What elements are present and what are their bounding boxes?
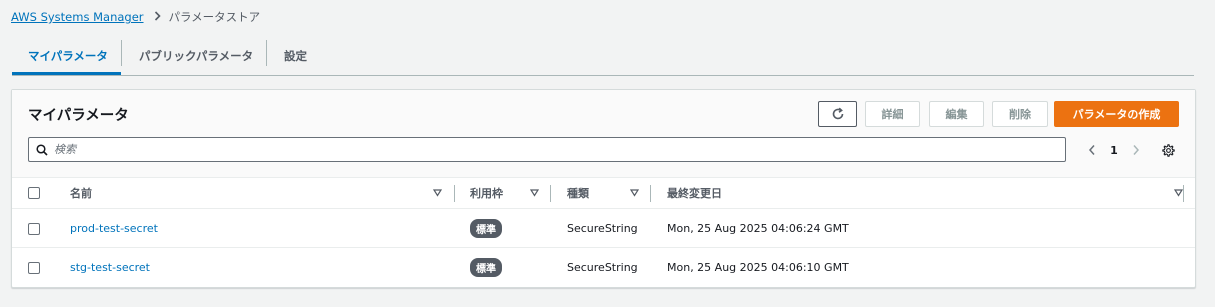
column-header-name[interactable]: 名前 (70, 178, 92, 208)
previous-page-button[interactable] (1082, 138, 1102, 162)
search-input[interactable] (54, 143, 1034, 156)
select-all-checkbox[interactable] (28, 187, 40, 199)
column-resizer[interactable] (454, 185, 455, 202)
search-icon (36, 143, 48, 156)
tab-label: マイパラメータ (28, 49, 108, 63)
gear-icon (1161, 143, 1175, 157)
type-cell: SecureString (567, 260, 638, 274)
last-modified-cell: Mon, 25 Aug 2025 04:06:10 GMT (667, 260, 849, 274)
create-parameter-button-label: パラメータの作成 (1072, 108, 1161, 121)
last-modified-cell: Mon, 25 Aug 2025 04:06:24 GMT (667, 221, 849, 235)
column-resizer[interactable] (1183, 185, 1184, 202)
tab-my-parameters[interactable]: マイパラメータ (12, 38, 121, 75)
chevron-left-icon (1088, 145, 1095, 155)
page-number-label: 1 (1110, 143, 1118, 157)
refresh-button[interactable] (818, 101, 857, 127)
chevron-right-icon (1133, 145, 1140, 155)
refresh-icon (832, 107, 843, 120)
tab-public-parameters[interactable]: パブリックパラメータ (122, 38, 266, 74)
column-header-label: 名前 (70, 187, 92, 200)
tier-cell: 標準 (470, 248, 502, 286)
type-cell: SecureString (567, 221, 638, 235)
tab-bar: マイパラメータ パブリックパラメータ 設定 (12, 38, 1194, 76)
breadcrumb: AWS Systems Manager パラメータストア (11, 9, 260, 25)
search-field[interactable] (28, 137, 1066, 162)
tab-label: パブリックパラメータ (139, 49, 254, 63)
column-header-last-modified[interactable]: 最終変更日 (667, 178, 722, 208)
table-row[interactable]: stg-test-secret 標準 SecureString Mon, 25 … (12, 248, 1195, 286)
details-button[interactable]: 詳細 (865, 101, 920, 127)
breadcrumb-link-systems-manager[interactable]: AWS Systems Manager (11, 10, 144, 24)
panel-header: マイパラメータ 詳細 編集 削除 パラメータの作成 検索 1 (12, 90, 1195, 178)
tier-badge: 標準 (470, 218, 502, 238)
column-header-tier[interactable]: 利用枠 (470, 178, 503, 208)
column-resizer[interactable] (650, 185, 651, 202)
column-header-label: 種類 (567, 187, 589, 200)
column-header-label: 最終変更日 (667, 187, 722, 200)
edit-button-label: 編集 (945, 108, 968, 121)
delete-button[interactable]: 削除 (992, 101, 1048, 127)
sort-caret-icon[interactable] (630, 188, 639, 197)
create-parameter-button[interactable]: パラメータの作成 (1054, 101, 1179, 127)
breadcrumb-current: パラメータストア (168, 10, 261, 24)
parameter-name-link[interactable]: prod-test-secret (70, 209, 158, 247)
parameters-panel: マイパラメータ 詳細 編集 削除 パラメータの作成 検索 1 名前 利用枠 種類… (11, 89, 1196, 288)
preferences-button[interactable] (1157, 138, 1179, 162)
tab-label: 設定 (284, 49, 307, 63)
edit-button[interactable]: 編集 (929, 101, 984, 127)
table-row[interactable]: prod-test-secret 標準 SecureString Mon, 25… (12, 209, 1195, 248)
details-button-label: 詳細 (881, 108, 904, 121)
table-header: 名前 利用枠 種類 最終変更日 (12, 178, 1195, 209)
column-header-label: 利用枠 (470, 187, 503, 200)
parameter-name-link[interactable]: stg-test-secret (70, 248, 150, 286)
column-resizer[interactable] (550, 185, 551, 202)
tab-settings[interactable]: 設定 (267, 38, 327, 74)
tier-cell: 標準 (470, 209, 502, 247)
sort-caret-icon[interactable] (530, 188, 539, 197)
tier-badge: 標準 (470, 257, 502, 277)
sort-caret-icon[interactable] (1174, 188, 1183, 197)
next-page-button[interactable] (1126, 138, 1146, 162)
chevron-right-icon (154, 10, 161, 24)
row-checkbox[interactable] (28, 223, 40, 235)
column-header-type[interactable]: 種類 (567, 178, 589, 208)
sort-caret-icon[interactable] (433, 188, 442, 197)
page-number[interactable]: 1 (1104, 138, 1124, 162)
row-checkbox[interactable] (28, 262, 40, 274)
delete-button-label: 削除 (1009, 108, 1031, 121)
panel-title: マイパラメータ (28, 108, 129, 124)
